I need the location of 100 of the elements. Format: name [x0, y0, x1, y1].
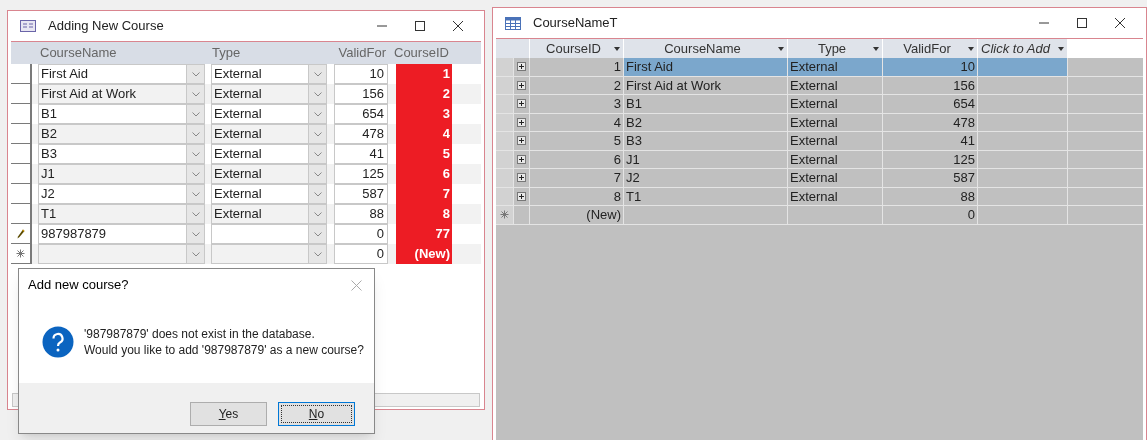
column-header[interactable]: ValidFor: [883, 39, 978, 58]
record-selector[interactable]: [11, 64, 32, 84]
combo-field[interactable]: B1: [38, 104, 205, 124]
dropdown-button[interactable]: [186, 125, 204, 143]
table-cell: 2: [530, 76, 624, 94]
pencil-icon: [16, 228, 25, 239]
number-field[interactable]: 125: [334, 164, 388, 184]
number-field[interactable]: 0: [334, 224, 388, 244]
chevron-down-icon: [191, 171, 200, 177]
dropdown-button[interactable]: [308, 185, 326, 203]
expand-icon[interactable]: [517, 136, 526, 146]
record-selector[interactable]: [11, 124, 32, 144]
number-field[interactable]: 478: [334, 124, 388, 144]
number-field[interactable]: 41: [334, 144, 388, 164]
chevron-down-icon: [313, 251, 322, 257]
number-field[interactable]: 156: [334, 84, 388, 104]
number-field[interactable]: 654: [334, 104, 388, 124]
record-selector[interactable]: [11, 84, 32, 104]
column-header: ValidFor: [337, 44, 387, 63]
dropdown-button[interactable]: [308, 245, 326, 263]
dialog-button[interactable]: No: [278, 402, 355, 426]
dropdown-button[interactable]: [308, 85, 326, 103]
dropdown-button[interactable]: [186, 65, 204, 83]
dialog-title: Add new course?: [28, 276, 129, 295]
record-selector[interactable]: [11, 244, 32, 264]
combo-field[interactable]: External: [211, 184, 327, 204]
dropdown-button[interactable]: [186, 245, 204, 263]
record-selector[interactable]: [11, 184, 32, 204]
id-field: 6: [396, 164, 452, 184]
chevron-down-icon: [313, 131, 322, 137]
combo-field[interactable]: B2: [38, 124, 205, 144]
column-header[interactable]: CourseName: [624, 39, 788, 58]
combo-field[interactable]: External: [211, 124, 327, 144]
expand-icon[interactable]: [517, 62, 526, 72]
chevron-down-icon: [191, 251, 200, 257]
expand-icon[interactable]: [517, 173, 526, 183]
id-field: 1: [396, 64, 452, 84]
combo-field[interactable]: External: [211, 64, 327, 84]
column-header: CourseName: [39, 44, 118, 63]
combo-field[interactable]: External: [211, 204, 327, 224]
id-field: 2: [396, 84, 452, 104]
dropdown-button[interactable]: [186, 205, 204, 223]
column-header[interactable]: CourseID: [530, 39, 624, 58]
combo-field[interactable]: External: [211, 84, 327, 104]
combo-field[interactable]: First Aid at Work: [38, 84, 205, 104]
number-field[interactable]: 0: [334, 244, 388, 264]
record-selector[interactable]: [11, 104, 32, 124]
maximize-icon[interactable]: [1076, 17, 1088, 29]
expand-icon[interactable]: [517, 80, 526, 90]
chevron-down-icon: [313, 191, 322, 197]
maximize-icon[interactable]: [414, 20, 426, 32]
combo-field[interactable]: External: [211, 104, 327, 124]
combo-field[interactable]: [211, 224, 327, 244]
number-field[interactable]: 10: [334, 64, 388, 84]
form-icon: [20, 20, 36, 32]
combo-field[interactable]: [38, 244, 205, 264]
dropdown-button[interactable]: [186, 105, 204, 123]
dropdown-button[interactable]: [308, 165, 326, 183]
dropdown-button[interactable]: [186, 145, 204, 163]
expand-icon[interactable]: [517, 191, 526, 201]
record-selector[interactable]: [11, 204, 32, 224]
dropdown-button[interactable]: [308, 225, 326, 243]
combo-field[interactable]: B3: [38, 144, 205, 164]
expand-icon[interactable]: [517, 154, 526, 164]
dropdown-button[interactable]: [186, 225, 204, 243]
expand-icon[interactable]: [517, 99, 526, 109]
expand-icon[interactable]: [517, 117, 526, 127]
column-header[interactable]: Click to Add: [978, 39, 1068, 58]
table-cell: 88: [883, 187, 978, 205]
combo-field[interactable]: First Aid: [38, 64, 205, 84]
record-selector[interactable]: [11, 164, 32, 184]
dialog-button[interactable]: Yes: [190, 402, 267, 426]
dropdown-button[interactable]: [308, 125, 326, 143]
column-header[interactable]: Type: [788, 39, 883, 58]
combo-field[interactable]: External: [211, 164, 327, 184]
combo-field[interactable]: T1: [38, 204, 205, 224]
asterisk-icon: [500, 210, 509, 220]
dropdown-button[interactable]: [186, 165, 204, 183]
dropdown-button[interactable]: [186, 85, 204, 103]
dropdown-button[interactable]: [308, 65, 326, 83]
combo-field[interactable]: J1: [38, 164, 205, 184]
chevron-down-icon: [191, 71, 200, 77]
number-field[interactable]: 587: [334, 184, 388, 204]
dropdown-button[interactable]: [308, 205, 326, 223]
combo-field[interactable]: J2: [38, 184, 205, 204]
dropdown-button[interactable]: [308, 145, 326, 163]
close-icon[interactable]: [452, 20, 464, 32]
table-cell: External: [788, 132, 883, 150]
dropdown-arrow-icon: [968, 46, 974, 51]
combo-field[interactable]: [211, 244, 327, 264]
dropdown-button[interactable]: [308, 105, 326, 123]
number-field[interactable]: 88: [334, 204, 388, 224]
table-cell: 478: [883, 113, 978, 131]
combo-field[interactable]: 987987879: [38, 224, 205, 244]
table-cell: 6: [530, 150, 624, 168]
dropdown-button[interactable]: [186, 185, 204, 203]
close-icon[interactable]: [1114, 17, 1126, 29]
record-selector[interactable]: [11, 224, 32, 244]
combo-field[interactable]: External: [211, 144, 327, 164]
record-selector[interactable]: [11, 144, 32, 164]
